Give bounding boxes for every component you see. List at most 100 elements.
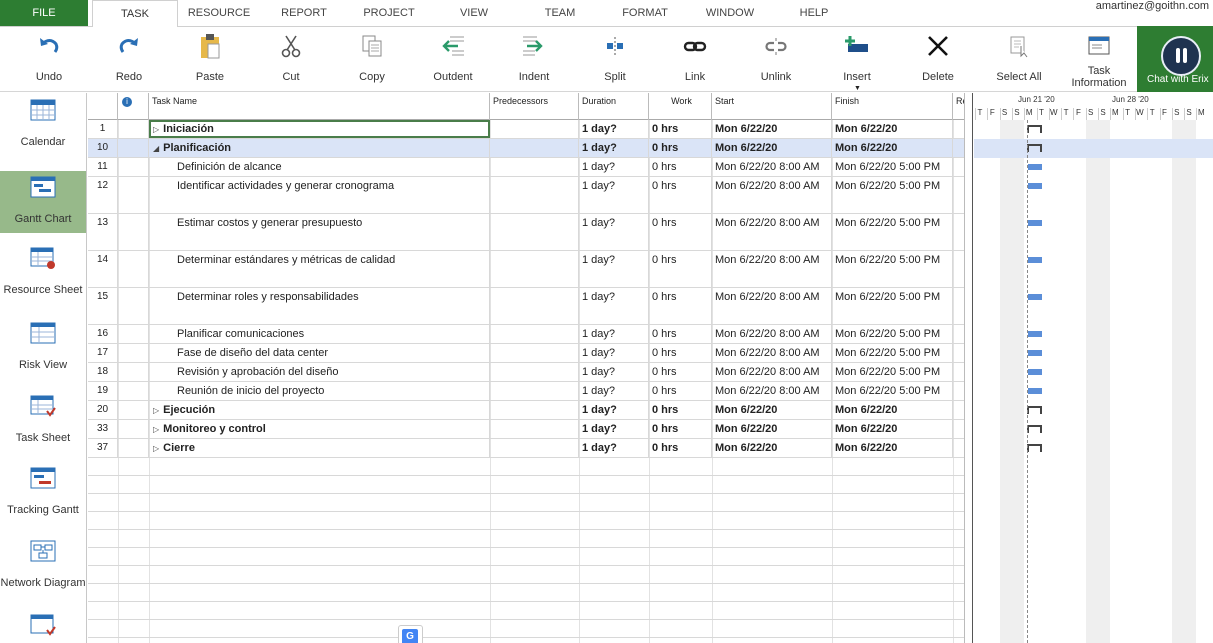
resource-cell[interactable] [953,439,964,457]
empty-row[interactable] [88,512,964,530]
work-cell[interactable]: 0 hrs [649,420,712,438]
task-name-cell[interactable]: ▷ Monitoreo y control [149,420,490,438]
finish-cell[interactable]: Mon 6/22/20 5:00 PM [832,177,953,213]
work-cell[interactable]: 0 hrs [649,177,712,213]
finish-cell[interactable]: Mon 6/22/20 5:00 PM [832,288,953,324]
row-id[interactable]: 16 [88,325,118,343]
task-name-cell[interactable]: Planificar comunicaciones [149,325,490,343]
task-name-cell[interactable]: ◢ Planificación [149,139,490,157]
resource-cell[interactable] [953,420,964,438]
finish-cell[interactable]: Mon 6/22/20 5:00 PM [832,382,953,400]
row-id[interactable]: 20 [88,401,118,419]
column-header-finish[interactable]: Finish [832,93,953,120]
indicator-cell[interactable] [118,177,149,213]
table-row[interactable]: 19 Reunión de inicio del proyecto 1 day? 0 … [88,382,964,401]
duration-cell[interactable]: 1 day? [579,439,649,457]
finish-cell[interactable]: Mon 6/22/20 [832,420,953,438]
split-button[interactable]: Split [586,27,644,93]
tab-help[interactable]: HELP [790,0,838,26]
resource-cell[interactable] [953,363,964,381]
unlink-button[interactable]: Unlink [747,27,805,93]
row-id[interactable]: 12 [88,177,118,213]
user-account[interactable]: amartinez@goithn.com [1096,0,1209,12]
task-name-cell[interactable]: Estimar costos y generar presupuesto [149,214,490,250]
summary-bar[interactable] [1027,144,1042,152]
indicator-cell[interactable] [118,158,149,176]
work-cell[interactable]: 0 hrs [649,120,712,138]
work-cell[interactable]: 0 hrs [649,382,712,400]
start-cell[interactable]: Mon 6/22/20 [712,439,832,457]
empty-row[interactable] [88,584,964,602]
row-id[interactable]: 37 [88,439,118,457]
resource-cell[interactable] [953,325,964,343]
insert-button[interactable]: Insert ▼ [828,27,886,93]
view-splitter[interactable] [966,93,973,643]
start-cell[interactable]: Mon 6/22/20 [712,401,832,419]
resource-cell[interactable] [953,158,964,176]
work-cell[interactable]: 0 hrs [649,214,712,250]
column-header-start[interactable]: Start [712,93,832,120]
table-row[interactable]: 1 ▷ Iniciación 1 day? 0 hrs Mon 6/22/20 Mon 6/… [88,120,964,139]
predecessors-cell[interactable] [490,401,579,419]
predecessors-cell[interactable] [490,439,579,457]
tab-project[interactable]: PROJECT [352,0,426,26]
task-name-cell[interactable]: Determinar roles y responsabilidades [149,288,490,324]
duration-cell[interactable]: 1 day? [579,325,649,343]
task-name-cell[interactable]: Reunión de inicio del proyecto [149,382,490,400]
task-bar[interactable] [1028,331,1042,337]
indicator-cell[interactable] [118,420,149,438]
duration-cell[interactable]: 1 day? [579,120,649,138]
task-bar[interactable] [1028,220,1042,226]
link-button[interactable]: Link [666,27,724,93]
expand-icon[interactable]: ▷ [153,444,159,453]
work-cell[interactable]: 0 hrs [649,251,712,287]
predecessors-cell[interactable] [490,158,579,176]
predecessors-cell[interactable] [490,214,579,250]
summary-bar[interactable] [1027,425,1042,433]
indicator-cell[interactable] [118,214,149,250]
tab-resource[interactable]: RESOURCE [182,0,256,26]
duration-cell[interactable]: 1 day? [579,363,649,381]
indent-button[interactable]: Indent [505,27,563,93]
start-cell[interactable]: Mon 6/22/20 8:00 AM [712,288,832,324]
predecessors-cell[interactable] [490,420,579,438]
finish-cell[interactable]: Mon 6/22/20 5:00 PM [832,251,953,287]
task-bar[interactable] [1028,369,1042,375]
summary-bar[interactable] [1027,444,1042,452]
empty-row[interactable] [88,530,964,548]
indicator-cell[interactable] [118,139,149,157]
task-bar[interactable] [1028,164,1042,170]
row-id[interactable]: 14 [88,251,118,287]
empty-row[interactable] [88,476,964,494]
resource-cell[interactable] [953,177,964,213]
indicator-cell[interactable] [118,251,149,287]
task-bar[interactable] [1028,257,1042,263]
google-translate-icon[interactable]: G [398,625,423,643]
finish-cell[interactable]: Mon 6/22/20 5:00 PM [832,363,953,381]
delete-button[interactable]: Delete [909,27,967,93]
work-cell[interactable]: 0 hrs [649,401,712,419]
view-more[interactable] [0,614,86,643]
start-cell[interactable]: Mon 6/22/20 8:00 AM [712,158,832,176]
task-name-cell[interactable]: Definición de alcance [149,158,490,176]
tab-report[interactable]: REPORT [272,0,336,26]
finish-cell[interactable]: Mon 6/22/20 5:00 PM [832,214,953,250]
predecessors-cell[interactable] [490,177,579,213]
table-row[interactable]: 16 Planificar comunicaciones 1 day? 0 hrs Mo… [88,325,964,344]
indicator-cell[interactable] [118,325,149,343]
view-task-sheet[interactable]: Task Sheet [0,395,86,447]
table-row[interactable]: 18 Revisión y aprobación del diseño 1 day?… [88,363,964,382]
indicator-cell[interactable] [118,120,149,138]
work-cell[interactable]: 0 hrs [649,158,712,176]
view-gantt-chart[interactable]: Gantt Chart [0,171,86,233]
task-bar[interactable] [1028,294,1042,300]
row-id[interactable]: 1 [88,120,118,138]
finish-cell[interactable]: Mon 6/22/20 [832,401,953,419]
indicator-cell[interactable] [118,382,149,400]
empty-row[interactable] [88,602,964,620]
work-cell[interactable]: 0 hrs [649,344,712,362]
row-id[interactable]: 18 [88,363,118,381]
indicator-cell[interactable] [118,288,149,324]
column-header-work[interactable]: Work [649,93,712,120]
task-name-cell[interactable]: Revisión y aprobación del diseño [149,363,490,381]
